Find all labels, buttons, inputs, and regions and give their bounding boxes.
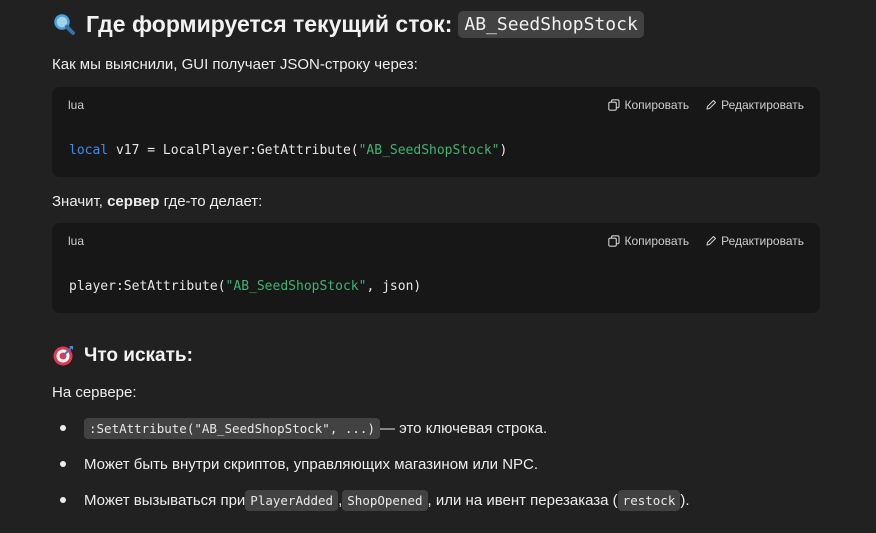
copy-button[interactable]: Копировать [608, 98, 689, 112]
code-block-2: lua Копировать Редактировать player:SetA… [52, 223, 820, 313]
copy-label: Копировать [624, 234, 690, 248]
list-item-text: ). [680, 491, 690, 509]
inline-code: restock [617, 489, 681, 511]
mid-text-after: где-то делает: [159, 193, 263, 210]
bullet-list: :SetAttribute("AB_SeedShopStock", ...) —… [52, 410, 820, 518]
code-text: v17 = LocalPlayer:GetAttribute( [108, 142, 359, 158]
edit-button[interactable]: Редактировать [705, 98, 804, 112]
bullet-dot [60, 497, 66, 503]
list-item-text: , или на ивент перезаказа ( [427, 491, 618, 509]
code-block-1: lua Копировать Редактировать local v17 =… [52, 87, 820, 177]
copy-icon [608, 99, 621, 111]
list-item: Может быть внутри скриптов, управляющих … [52, 446, 820, 482]
list-item: Может вызываться при PlayerAdded, ShopOp… [52, 482, 820, 518]
inline-code: :SetAttribute("AB_SeedShopStock", ...) [84, 417, 380, 439]
list-item-text: Может вызываться при [84, 491, 246, 509]
inline-code: ShopOpened [342, 489, 428, 511]
section-heading-where-stock: Где формируется текущий сток: AB_SeedSho… [52, 8, 644, 40]
code-text-end: ) [499, 142, 508, 158]
edit-label: Редактировать [721, 98, 804, 112]
mid-text-before: Значит, [52, 193, 108, 210]
pencil-icon [706, 99, 717, 110]
mid-text-bold: сервер [107, 193, 160, 210]
code-keyword: local [69, 142, 109, 158]
list-item-text: — это ключевая строка. [379, 419, 548, 437]
mid-paragraph: Значит, сервер где-то делает: [52, 193, 262, 210]
edit-button[interactable]: Редактировать [705, 234, 804, 248]
edit-label: Редактировать [721, 234, 804, 248]
code-language-label: lua [68, 234, 85, 248]
copy-icon [608, 235, 621, 247]
intro-paragraph: Как мы выяснили, GUI получает JSON-строк… [52, 56, 418, 73]
heading-inline-code: AB_SeedShopStock [458, 10, 644, 38]
bullet-dot [60, 425, 66, 431]
list-item: :SetAttribute("AB_SeedShopStock", ...) —… [52, 410, 820, 446]
code-content: local v17 = LocalPlayer:GetAttribute("AB… [52, 123, 820, 177]
code-string: "AB_SeedShopStock" [225, 278, 367, 294]
target-icon [52, 345, 74, 367]
heading-text: Что искать: [84, 345, 193, 366]
server-label: На сервере: [52, 384, 137, 401]
code-text: player:SetAttribute( [69, 278, 226, 294]
list-item-text: Может быть внутри скриптов, управляющих … [84, 455, 539, 473]
code-string: "AB_SeedShopStock" [358, 142, 500, 158]
code-content: player:SetAttribute("AB_SeedShopStock", … [52, 259, 820, 313]
magnifier-icon [52, 12, 76, 36]
code-text-end: , json) [366, 278, 422, 294]
pencil-icon [706, 235, 717, 246]
code-language-label: lua [68, 98, 85, 112]
section-heading-what-to-search: Что искать: [52, 342, 193, 370]
copy-button[interactable]: Копировать [608, 234, 689, 248]
code-block-header: lua Копировать Редактировать [52, 87, 820, 123]
code-block-header: lua Копировать Редактировать [52, 223, 820, 259]
bullet-dot [60, 461, 66, 467]
copy-label: Копировать [624, 98, 690, 112]
inline-code: PlayerAdded [245, 489, 339, 511]
heading-text: Где формируется текущий сток: [86, 10, 453, 37]
